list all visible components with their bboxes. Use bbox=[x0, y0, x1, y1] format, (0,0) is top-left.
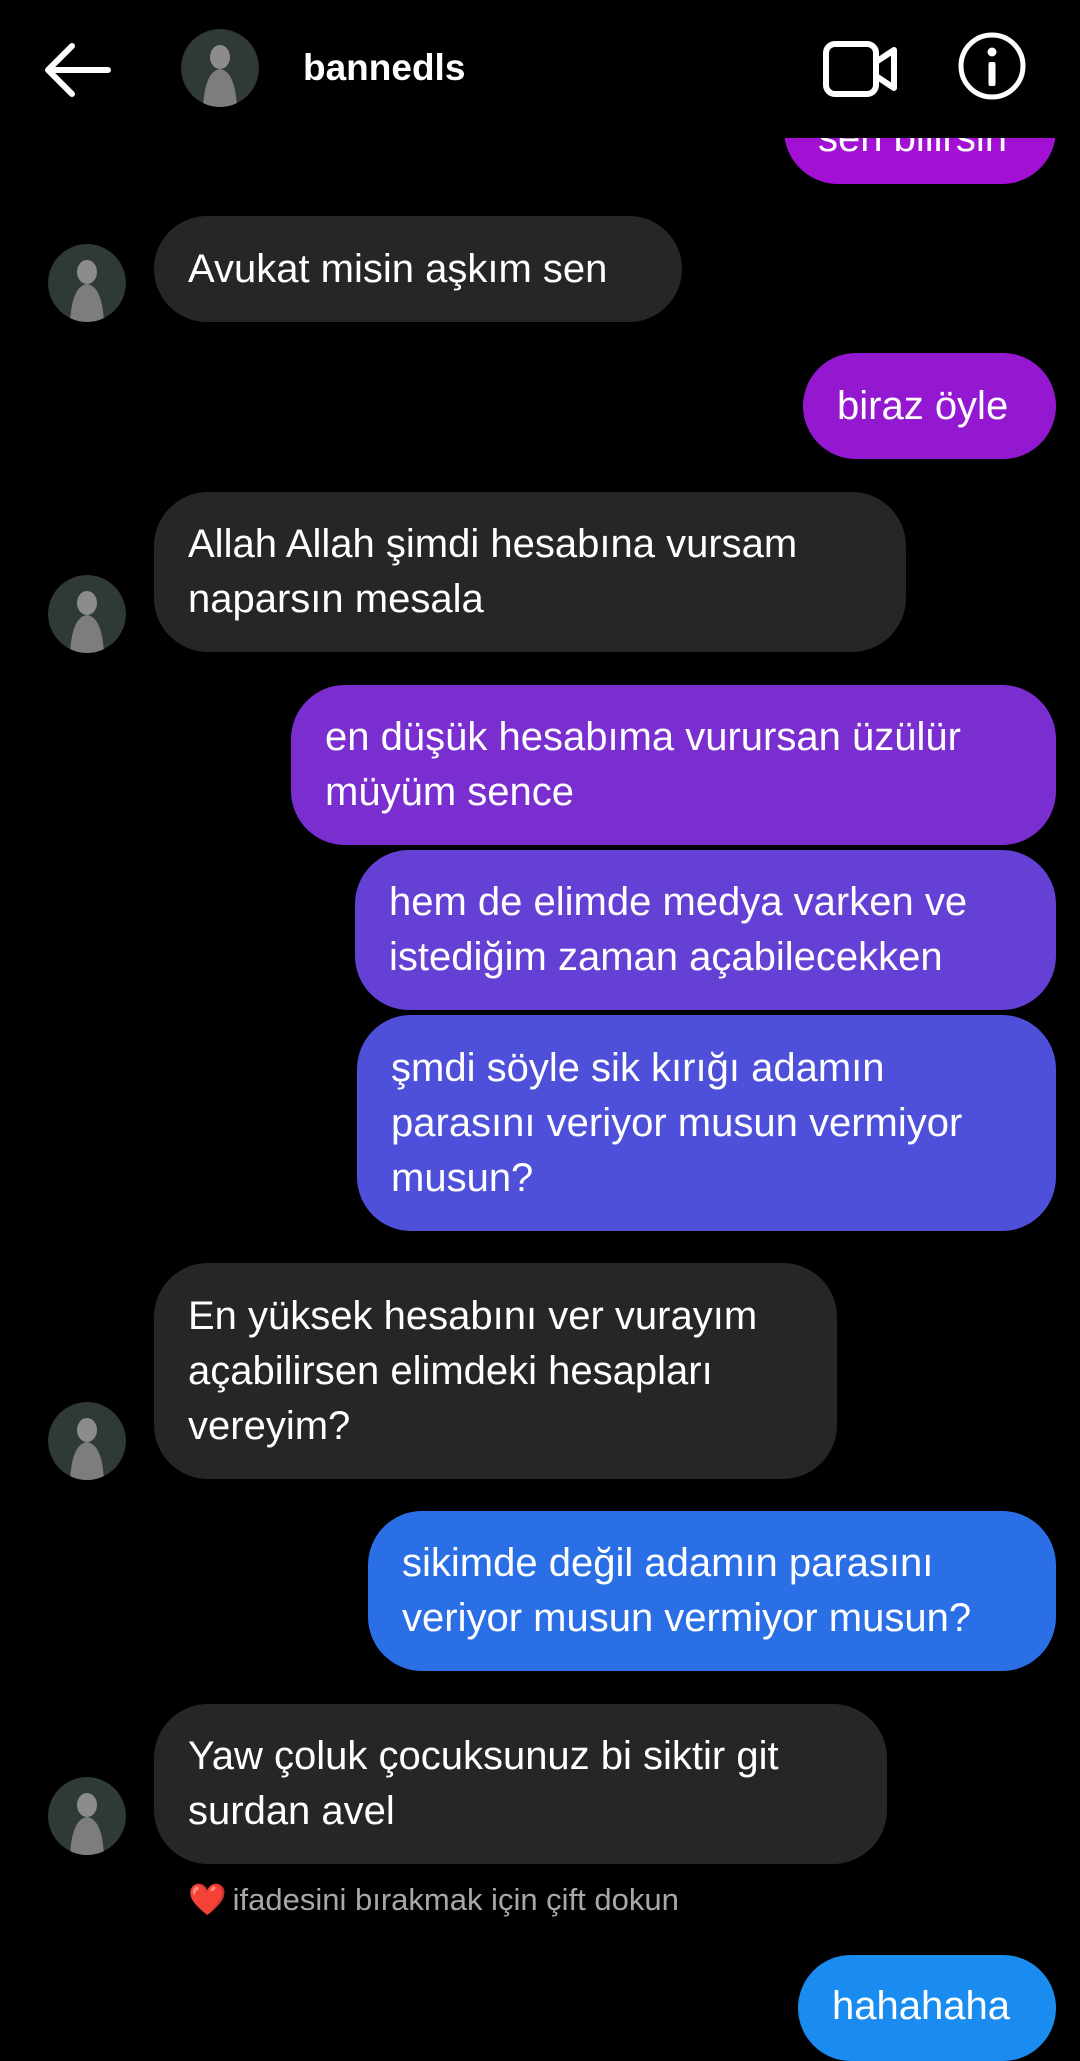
profile-avatar[interactable] bbox=[181, 29, 259, 107]
message-bubble-outgoing[interactable]: hem de elimde medya varken ve istediğim … bbox=[355, 850, 1056, 1010]
chat-header: bannedls bbox=[0, 0, 1080, 138]
back-button[interactable] bbox=[38, 30, 118, 110]
message-bubble-outgoing[interactable]: hahahaha bbox=[798, 1955, 1056, 2061]
message-bubble-incoming[interactable]: En yüksek hesabını ver vurayım açabilirs… bbox=[154, 1263, 837, 1479]
message-bubble-outgoing[interactable]: biraz öyle bbox=[803, 353, 1056, 459]
heart-icon: ❤️ bbox=[188, 1882, 227, 1917]
sender-avatar[interactable] bbox=[48, 1777, 126, 1855]
message-bubble-incoming[interactable]: Avukat misin aşkım sen bbox=[154, 216, 682, 322]
sender-avatar[interactable] bbox=[48, 1402, 126, 1480]
message-bubble-outgoing[interactable]: sikimde değil adamın parasını veriyor mu… bbox=[368, 1511, 1056, 1671]
chat-username[interactable]: bannedls bbox=[303, 46, 465, 90]
video-call-button[interactable] bbox=[820, 34, 900, 104]
arrow-left-icon bbox=[45, 43, 111, 97]
video-camera-icon bbox=[823, 41, 897, 97]
message-bubble-incoming[interactable]: Allah Allah şimdi hesabına vursam napars… bbox=[154, 492, 906, 652]
info-icon bbox=[958, 32, 1026, 100]
conversation-info-button[interactable] bbox=[956, 30, 1028, 102]
message-bubble-outgoing[interactable]: en düşük hesabıma vurursan üzülür müyüm … bbox=[291, 685, 1056, 845]
message-bubble-outgoing[interactable]: şmdi söyle sik kırığı adamın parasını ve… bbox=[357, 1015, 1056, 1231]
message-bubble-incoming[interactable]: Yaw çoluk çocuksunuz bi siktir git surda… bbox=[154, 1704, 887, 1864]
reaction-hint: ❤️ ifadesini bırakmak için çift dokun bbox=[188, 1882, 679, 1917]
sender-avatar[interactable] bbox=[48, 575, 126, 653]
sender-avatar[interactable] bbox=[48, 244, 126, 322]
